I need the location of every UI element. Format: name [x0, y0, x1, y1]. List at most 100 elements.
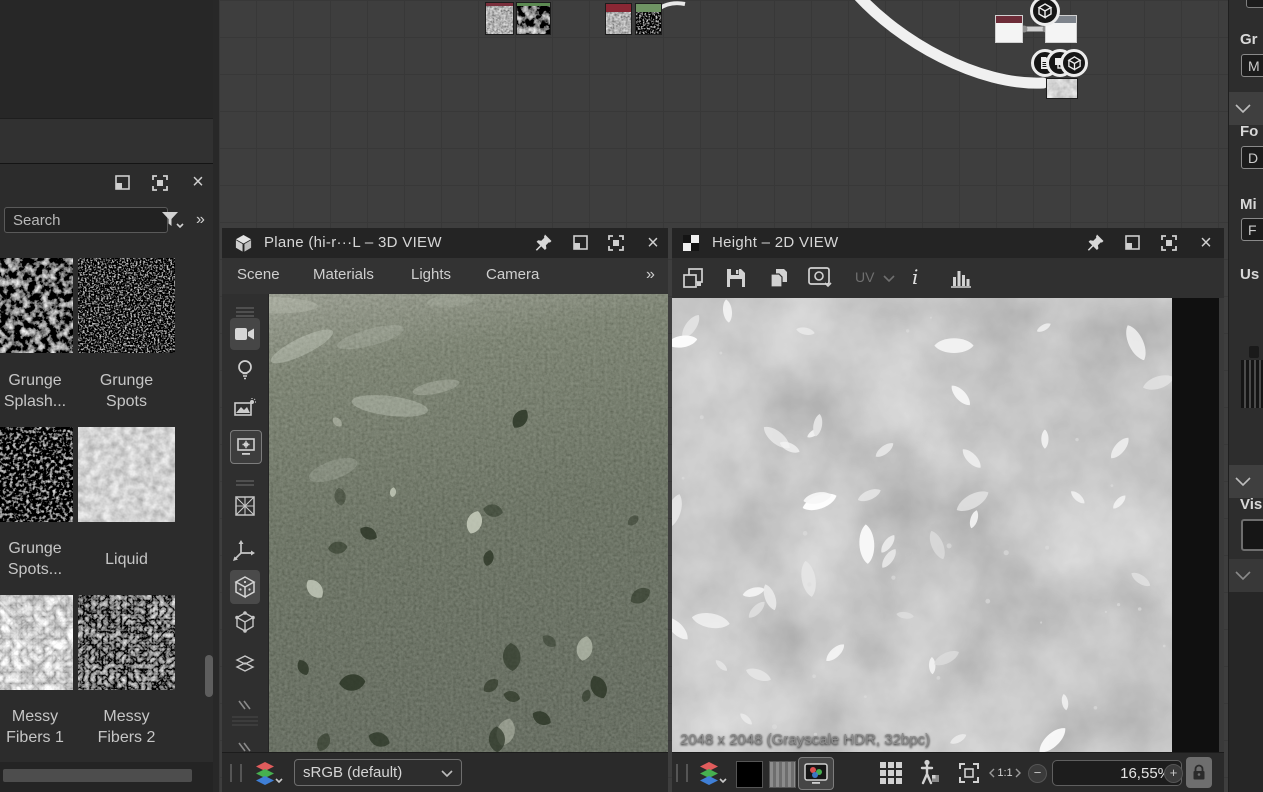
close-icon[interactable]: ×	[643, 233, 663, 253]
dock-icon[interactable]	[1122, 233, 1142, 253]
graph-node[interactable]	[635, 3, 662, 35]
viewport-3d[interactable]	[268, 294, 668, 752]
menu-scene[interactable]: Scene	[237, 266, 280, 283]
property-input-fragment[interactable]	[1246, 0, 1263, 8]
group-value-button[interactable]: M	[1241, 54, 1263, 77]
colorspace-value: sRGB (default)	[303, 764, 402, 781]
color-layers-icon[interactable]	[254, 761, 284, 787]
pin-icon[interactable]	[533, 233, 553, 253]
maximize-icon[interactable]	[150, 173, 170, 193]
format-label: Fo	[1240, 123, 1258, 140]
divider-lines	[230, 707, 260, 735]
section-header[interactable]	[1229, 559, 1263, 592]
shelf-overflow-icon[interactable]: »	[196, 211, 205, 229]
chevron-down-icon	[1235, 104, 1251, 114]
background-color-swatch[interactable]	[736, 761, 763, 788]
checker-2d-icon	[682, 234, 700, 252]
uv-chevron-icon[interactable]	[883, 275, 895, 283]
asset-label: MessyFibers 1	[0, 706, 70, 748]
library-header-strip	[0, 119, 219, 164]
layer-planes-icon[interactable]	[230, 650, 260, 678]
zoom-level-input[interactable]	[1052, 760, 1182, 786]
camera-view-button[interactable]	[230, 318, 260, 350]
grid-toggle-icon[interactable]	[878, 759, 904, 787]
geometry-grid-icon[interactable]	[230, 492, 260, 520]
view2d-toolbar: UV i	[672, 258, 1224, 298]
maximize-icon[interactable]	[1159, 233, 1179, 253]
chevron-down-icon	[1235, 477, 1251, 487]
mannequin-scale-icon[interactable]	[916, 758, 942, 786]
info-icon[interactable]: i	[912, 265, 918, 289]
graph-node-output[interactable]	[995, 15, 1023, 43]
monitor-rgb-icon	[804, 763, 828, 785]
close-icon[interactable]: ×	[1196, 233, 1216, 253]
cube-vertices-icon[interactable]	[230, 608, 260, 636]
user-data-label: Us	[1240, 266, 1259, 283]
zoom-actual-size-button[interactable]: 1:1	[988, 763, 1022, 783]
viewport-2d[interactable]: 2048 x 2048 (Grayscale HDR, 32bpc)	[672, 298, 1224, 752]
group-label: Gr	[1240, 31, 1258, 48]
dock-icon[interactable]	[112, 173, 132, 193]
histogram-icon[interactable]	[948, 264, 974, 292]
panel-edge	[1219, 298, 1224, 752]
asset-thumbnail	[78, 258, 175, 353]
resize-grip[interactable]	[230, 764, 242, 782]
light-bulb-icon[interactable]	[230, 356, 260, 384]
graph-node[interactable]	[605, 3, 632, 35]
filter-icon[interactable]	[160, 209, 186, 233]
export-icon[interactable]	[680, 264, 706, 292]
colorspace-dropdown[interactable]: sRGB (default)	[294, 759, 462, 786]
lock-zoom-button[interactable]	[1186, 757, 1212, 788]
menu-overflow-icon[interactable]: »	[646, 266, 655, 284]
zoom-out-button[interactable]: −	[1028, 764, 1047, 783]
visible-if-input[interactable]	[1241, 519, 1263, 551]
display-settings-button[interactable]	[230, 430, 262, 464]
view3d-titlebar[interactable]: Plane (hi-r···L – 3D VIEW ×	[222, 228, 668, 258]
height-map-image	[672, 298, 1172, 752]
display-rgb-button[interactable]	[798, 757, 834, 790]
transform-axis-icon[interactable]	[230, 537, 260, 565]
graph-node[interactable]	[516, 2, 551, 35]
horizontal-scrollbar[interactable]	[3, 769, 192, 782]
resize-grip[interactable]	[676, 764, 688, 782]
dock-icon[interactable]	[570, 233, 590, 253]
save-icon[interactable]	[723, 264, 749, 292]
image-refresh-icon[interactable]	[808, 264, 834, 292]
view2d-bottom-bar: 1:1 − +	[672, 752, 1224, 792]
menu-materials[interactable]: Materials	[313, 266, 374, 283]
copy-icon[interactable]	[766, 264, 792, 292]
asset-thumbnail	[0, 595, 73, 690]
color-layers-icon[interactable]	[698, 761, 728, 787]
small-swatch[interactable]	[1249, 346, 1259, 358]
view2d-titlebar[interactable]: Height – 2D VIEW ×	[672, 228, 1224, 258]
pin-icon[interactable]	[1085, 233, 1105, 253]
menu-lights[interactable]: Lights	[411, 266, 451, 283]
asset-thumbnail	[0, 258, 73, 353]
graph-node-thumbnail[interactable]	[1046, 78, 1078, 99]
section-header[interactable]	[1229, 92, 1263, 125]
maximize-icon[interactable]	[606, 233, 626, 253]
one-to-one-label: 1:1	[997, 767, 1012, 779]
close-icon[interactable]: ×	[188, 172, 208, 192]
tiling-swatch[interactable]	[769, 761, 796, 788]
search-input[interactable]	[4, 207, 168, 233]
asset-label: Liquid	[78, 549, 175, 570]
visible-if-label: Vis	[1240, 496, 1262, 513]
mip-value-button[interactable]: F	[1241, 218, 1263, 241]
mesh-badge-icon	[1060, 49, 1088, 77]
graph-node[interactable]	[485, 2, 514, 35]
fit-view-icon[interactable]	[956, 759, 982, 787]
arrow-left-icon	[989, 768, 995, 778]
wireframe-cube-button[interactable]	[230, 570, 260, 604]
section-header[interactable]	[1229, 465, 1263, 498]
library-panel: × » GrungeSplash... GrungeSpots GrungeSp…	[0, 0, 219, 792]
environment-image-icon[interactable]	[230, 394, 260, 422]
asset-thumbnail	[78, 427, 175, 522]
format-value-button[interactable]: D	[1241, 146, 1263, 169]
vertical-scrollbar[interactable]	[205, 655, 213, 697]
zoom-in-button[interactable]: +	[1164, 764, 1183, 783]
image-status-text: 2048 x 2048 (Grayscale HDR, 32bpc)	[680, 731, 930, 748]
menu-camera[interactable]: Camera	[486, 266, 539, 283]
asset-thumbnail	[78, 595, 175, 690]
uv-mode-label[interactable]: UV	[855, 269, 874, 285]
